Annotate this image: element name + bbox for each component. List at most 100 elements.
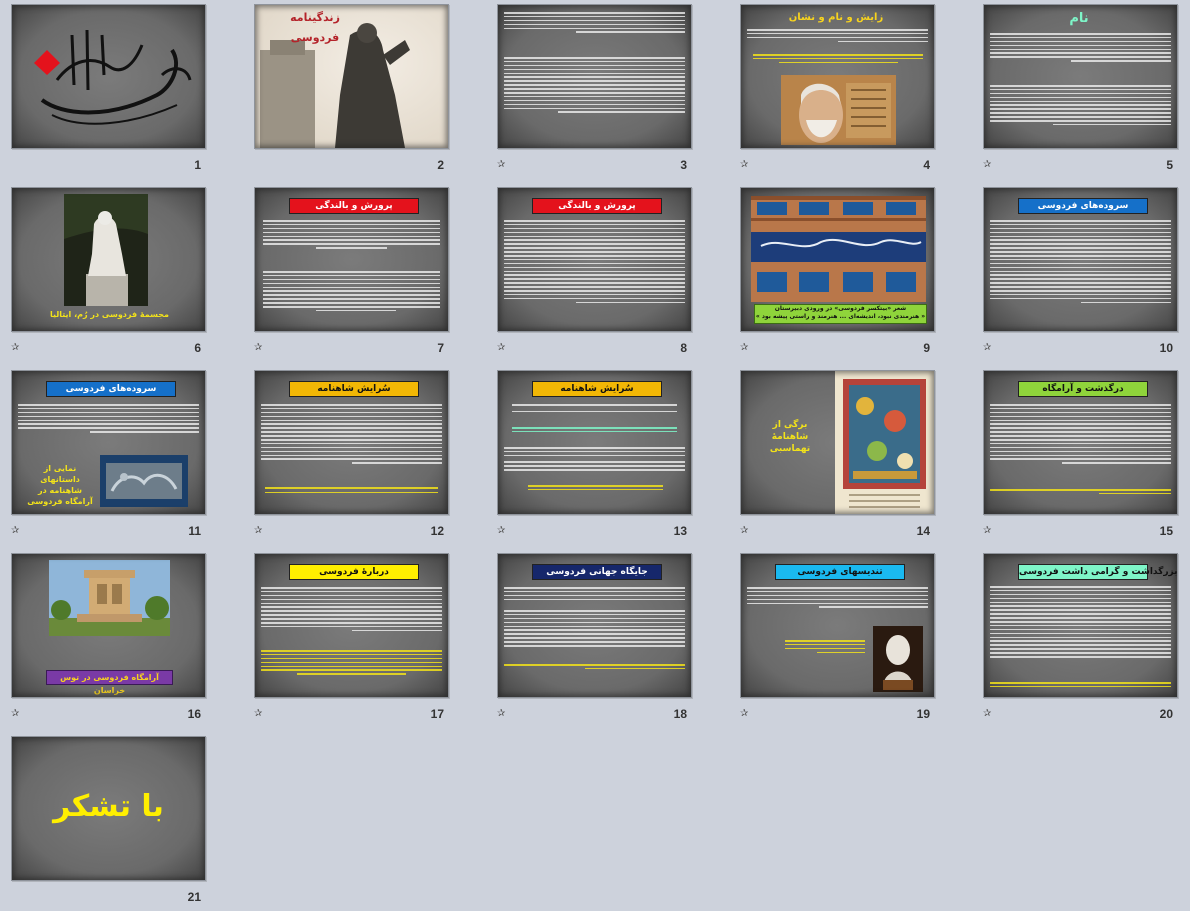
slide-verse-yellow bbox=[990, 489, 1171, 503]
slide-body-text bbox=[504, 220, 685, 324]
slide-body-text bbox=[990, 33, 1171, 81]
slide-thumb-21-cell: با تشکر 21 bbox=[11, 736, 241, 911]
slide-thumbnail-3[interactable] bbox=[497, 4, 692, 149]
slide-thumbnail-12[interactable]: سُرایش شاهنامه bbox=[254, 370, 449, 515]
slide-body-text bbox=[990, 404, 1171, 484]
slide-thumbnail-4[interactable]: زایش و نام و نشان bbox=[740, 4, 935, 149]
slide-thumbnail-10[interactable]: سروده‌های فردوسی bbox=[983, 187, 1178, 332]
ferdowsi-statue-image bbox=[260, 23, 410, 148]
slide-thumbnail-11[interactable]: سروده‌های فردوسی نمایی از داستانهای شاهن… bbox=[11, 370, 206, 515]
animation-star-icon[interactable]: ✰ bbox=[983, 709, 991, 719]
slide-number: 1 bbox=[194, 158, 201, 172]
slide-heading-banner: بزرگداشت و گرامی داشت فردوسی bbox=[1018, 564, 1177, 580]
slide-thumb-8-cell: پرورش و بالندگی ✰ 8 bbox=[497, 187, 727, 362]
slide-thumbnail-6[interactable]: مجسمهٔ فردوسی در رُم، ایتالیا bbox=[11, 187, 206, 332]
slide-title: زندگینامه bbox=[290, 11, 340, 24]
slide-body-text bbox=[504, 12, 685, 52]
slide-thumb-1-cell: 1 bbox=[11, 4, 241, 179]
slide-thumbnail-21[interactable]: با تشکر bbox=[11, 736, 206, 881]
slide-thumb-7-cell: پرورش و بالندگی ✰ 7 bbox=[254, 187, 484, 362]
slide-heading-banner: پرورش و بالندگی bbox=[532, 198, 662, 214]
slide-thumb-13-cell: سُرایش شاهنامه ✰ 13 bbox=[497, 370, 727, 545]
slide-number: 11 bbox=[188, 524, 201, 538]
slide-thumb-17-cell: دربارهٔ فردوسی ✰ 17 bbox=[254, 553, 484, 728]
school-building-image bbox=[751, 196, 926, 302]
slide-number: 7 bbox=[437, 341, 444, 355]
slide-thumbnail-14[interactable]: برگی از شاهنامهٔ تهماسبی bbox=[740, 370, 935, 515]
animation-star-icon[interactable]: ✰ bbox=[740, 709, 748, 719]
slide-heading-banner: سُرایش شاهنامه bbox=[532, 381, 662, 397]
animation-star-icon[interactable]: ✰ bbox=[254, 709, 262, 719]
slide-thumbnail-13[interactable]: سُرایش شاهنامه bbox=[497, 370, 692, 515]
slide-number: 14 bbox=[916, 524, 930, 538]
animation-star-icon[interactable]: ✰ bbox=[254, 526, 262, 536]
slide-body-text bbox=[512, 404, 677, 424]
slide-thumbnail-17[interactable]: دربارهٔ فردوسی bbox=[254, 553, 449, 698]
slide-thumbnail-15[interactable]: درگذشت و آرامگاه bbox=[983, 370, 1178, 515]
slide-verse-yellow bbox=[504, 664, 685, 678]
animation-star-icon[interactable]: ✰ bbox=[11, 526, 19, 536]
animation-star-icon[interactable]: ✰ bbox=[740, 526, 748, 536]
slide-thumbnail-19[interactable]: تندیسهای فردوسی bbox=[740, 553, 935, 698]
slide-thumb-9-cell: شعر «بیتکسر فردوسی» در ورودی دبیرستان « … bbox=[740, 187, 970, 362]
slide-thumbnail-18[interactable]: جایگاه جهانی فردوسی bbox=[497, 553, 692, 698]
ferdowsi-tomb-image bbox=[49, 560, 170, 636]
slide-body-text bbox=[504, 610, 685, 660]
slide-heading-banner: پرورش و بالندگی bbox=[289, 198, 419, 214]
animation-star-icon[interactable]: ✰ bbox=[11, 343, 19, 353]
slide-number: 21 bbox=[187, 890, 201, 904]
slide-thumb-11-cell: سروده‌های فردوسی نمایی از داستانهای شاهن… bbox=[11, 370, 241, 545]
slide-heading: زایش و نام و نشان bbox=[788, 12, 884, 23]
image-caption: آرامگاه فردوسی در توس خراسان bbox=[46, 670, 173, 695]
slide-thumbnail-2[interactable]: زندگینامه فردوسی bbox=[254, 4, 449, 149]
slide-thumbnail-7[interactable]: پرورش و بالندگی bbox=[254, 187, 449, 332]
animation-star-icon[interactable]: ✰ bbox=[983, 343, 991, 353]
slide-heading-banner: دربارهٔ فردوسی bbox=[289, 564, 419, 580]
animation-star-icon[interactable]: ✰ bbox=[497, 160, 505, 170]
slide-number: 20 bbox=[1159, 707, 1173, 721]
slide-verse-yellow bbox=[753, 54, 923, 74]
slide-thumbnail-8[interactable]: پرورش و بالندگی bbox=[497, 187, 692, 332]
slide-thumbnail-5[interactable]: نام bbox=[983, 4, 1178, 149]
animation-star-icon[interactable]: ✰ bbox=[497, 343, 505, 353]
slide-heading-banner: سروده‌های فردوسی bbox=[1018, 198, 1148, 214]
slide-heading-banner: جایگاه جهانی فردوسی bbox=[532, 564, 662, 580]
slide-thumbnail-1[interactable] bbox=[11, 4, 206, 149]
slide-thumbnail-16[interactable]: آرامگاه فردوسی در توس خراسان bbox=[11, 553, 206, 698]
slide-number: 19 bbox=[916, 707, 930, 721]
slide-number: 5 bbox=[1166, 158, 1173, 172]
slide-thumb-6-cell: مجسمهٔ فردوسی در رُم، ایتالیا ✰ 6 bbox=[11, 187, 241, 362]
slide-body-text bbox=[504, 587, 685, 607]
slide-body-text bbox=[990, 586, 1171, 680]
slide-thumb-16-cell: آرامگاه فردوسی در توس خراسان ✰ 16 bbox=[11, 553, 241, 728]
animation-star-icon[interactable]: ✰ bbox=[497, 526, 505, 536]
slide-thumb-12-cell: سُرایش شاهنامه ✰ 12 bbox=[254, 370, 484, 545]
shahnameh-page-image bbox=[835, 371, 934, 514]
animation-star-icon[interactable]: ✰ bbox=[983, 526, 991, 536]
bismillah-calligraphy bbox=[34, 29, 192, 125]
slide-thumb-20-cell: بزرگداشت و گرامی داشت فردوسی ✰ 20 bbox=[983, 553, 1190, 728]
ferdowsi-portrait-image bbox=[781, 75, 896, 145]
animation-star-icon[interactable]: ✰ bbox=[11, 709, 19, 719]
image-caption-box: شعر «بیتکسر فردوسی» در ورودی دبیرستان « … bbox=[754, 304, 927, 324]
slide-number: 13 bbox=[673, 524, 687, 538]
slide-body-text bbox=[747, 29, 928, 53]
animation-star-icon[interactable]: ✰ bbox=[254, 343, 262, 353]
slide-body-text bbox=[263, 220, 440, 268]
slide-body-text bbox=[18, 404, 199, 450]
animation-star-icon[interactable]: ✰ bbox=[983, 160, 991, 170]
animation-star-icon[interactable]: ✰ bbox=[497, 709, 505, 719]
slide-thumbnail-9[interactable]: شعر «بیتکسر فردوسی» در ورودی دبیرستان « … bbox=[740, 187, 935, 332]
animation-star-icon[interactable]: ✰ bbox=[740, 343, 748, 353]
slide-verse-green bbox=[512, 427, 677, 443]
slide-thumbnail-20[interactable]: بزرگداشت و گرامی داشت فردوسی bbox=[983, 553, 1178, 698]
slide-number: 12 bbox=[430, 524, 444, 538]
slide-number: 8 bbox=[680, 341, 687, 355]
ferdowsi-bust-image bbox=[873, 626, 923, 692]
animation-star-icon[interactable]: ✰ bbox=[740, 160, 748, 170]
image-caption: مجسمهٔ فردوسی در رُم، ایتالیا bbox=[50, 310, 169, 319]
caption-line-2: « هنرمندی نبود، اندیشه‌ای ... هنرمند و ر… bbox=[755, 313, 926, 320]
slide-body-text bbox=[504, 57, 685, 137]
slide-thumb-19-cell: تندیسهای فردوسی ✰ 19 bbox=[740, 553, 970, 728]
slide-body-text bbox=[747, 587, 928, 621]
